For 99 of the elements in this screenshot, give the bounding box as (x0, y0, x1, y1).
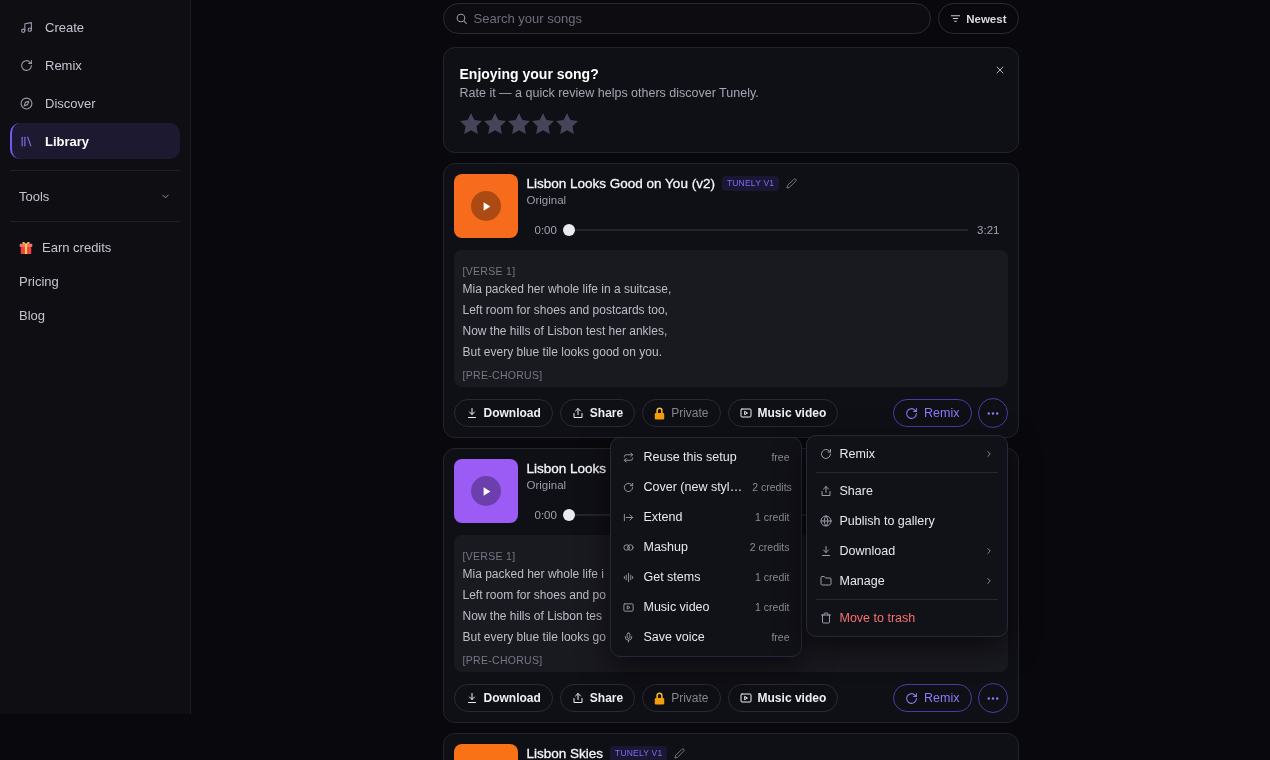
play-icon (482, 486, 491, 496)
music-note-icon (20, 20, 33, 34)
model-badge: TUNELY V1 (721, 175, 780, 191)
library-icon (20, 134, 33, 148)
nav-item[interactable]: Create (10, 9, 180, 45)
video-icon (739, 692, 752, 704)
waveform-icon (622, 571, 634, 583)
lock-icon (654, 406, 666, 420)
menu-item[interactable]: Move to trash (809, 603, 1004, 633)
credit-cost: 2 credits (749, 541, 790, 553)
refresh-icon (622, 481, 634, 493)
elapsed-time: 0:00 (534, 224, 557, 236)
refresh-icon (819, 448, 832, 460)
tools-toggle[interactable]: Tools (10, 179, 180, 213)
menu-item[interactable]: Share (809, 476, 1004, 506)
sidebar-link[interactable]: Pricing (10, 264, 180, 298)
credit-cost: 1 credit (755, 601, 790, 613)
share-icon (819, 485, 832, 497)
lyrics-section-label: [PRE-CHORUS] (462, 368, 543, 383)
menu-item[interactable]: Mashup 2 credits (610, 532, 801, 562)
song-subtitle: Original (526, 478, 567, 493)
star-icon[interactable] (555, 113, 578, 135)
microphone-icon (622, 631, 634, 643)
globe-icon (819, 515, 832, 527)
share-icon (571, 407, 584, 419)
repeat-icon (622, 451, 634, 463)
refresh-icon (20, 58, 33, 72)
play-icon (482, 201, 491, 211)
play-button[interactable] (470, 191, 501, 221)
elapsed-time: 0:00 (534, 509, 557, 521)
search-icon (454, 12, 468, 25)
lyrics-section-label: [PRE-CHORUS] (462, 653, 543, 668)
lyrics-line: But every blue tile looks good on you. (462, 344, 662, 361)
rating-text: Rate it — a quick review helps others discover Tunely. (459, 85, 759, 101)
lyrics-section-label: [VERSE 1] (462, 264, 516, 279)
menu-item[interactable]: Publish to gallery (809, 506, 1004, 536)
lyrics-line: Left room for shoes and postcards too, (462, 302, 668, 319)
trash-icon (819, 612, 832, 624)
menu-item[interactable]: Music video 1 credit (610, 592, 801, 622)
search-field[interactable]: Search your songs (442, 3, 932, 34)
pencil-icon[interactable] (674, 747, 686, 759)
bar-arrow-icon (622, 511, 634, 523)
linked-circles-icon (622, 541, 634, 553)
video-icon (739, 407, 752, 419)
nav-item[interactable]: Remix (10, 47, 180, 83)
download-icon (465, 407, 478, 419)
progress-thumb[interactable] (562, 224, 575, 236)
song-title: Lisbon Looks (526, 460, 607, 476)
lock-icon (654, 691, 666, 705)
download-icon (819, 545, 832, 557)
duration-time: 3:21 (977, 224, 1000, 236)
nav-item[interactable]: Library (10, 123, 180, 159)
gift-icon (19, 240, 33, 254)
star-icon[interactable] (507, 113, 530, 135)
credit-cost: 1 credit (755, 511, 790, 523)
menu-item[interactable]: Manage (809, 566, 1004, 596)
more-icon (986, 411, 999, 415)
lyrics-line: Mia packed her whole life in a suitcase, (462, 281, 672, 298)
nav-item[interactable]: Discover (10, 85, 180, 121)
star-icon[interactable] (531, 113, 554, 135)
filter-icon (950, 13, 962, 24)
menu-item[interactable]: Extend 1 credit (610, 502, 801, 532)
compass-icon (20, 96, 33, 110)
menu-item[interactable]: Reuse this setup free (610, 442, 801, 472)
menu-item[interactable]: Download (809, 536, 1004, 566)
credit-cost: free (771, 451, 790, 463)
download-icon (465, 692, 478, 704)
progress-thumb[interactable] (562, 509, 575, 521)
play-button[interactable] (470, 476, 501, 506)
share-icon (571, 692, 584, 704)
rating-title: Enjoying your song? (459, 65, 599, 83)
menu-item[interactable]: Get stems 1 credit (610, 562, 801, 592)
sidebar-link[interactable]: Earn credits (10, 230, 180, 264)
lyrics-line: Now the hills of Lisbon test her ankles, (462, 323, 668, 340)
credit-cost: 2 credits (752, 481, 792, 493)
more-icon (986, 696, 999, 700)
video-icon (622, 601, 634, 613)
menu-item[interactable]: Save voice free (610, 622, 801, 652)
credit-cost: 1 credit (755, 571, 790, 583)
refresh-icon (905, 691, 919, 705)
refresh-icon (905, 406, 919, 420)
song-title: Lisbon Skies (526, 745, 604, 760)
credit-cost: free (771, 631, 790, 643)
song-subtitle: Original (526, 193, 567, 208)
folder-icon (819, 575, 832, 587)
star-icon[interactable] (483, 113, 506, 135)
lyrics-line: Left room for shoes and po (462, 587, 606, 604)
lyrics-line: But every blue tile looks go (462, 629, 606, 646)
star-icon[interactable] (459, 113, 482, 135)
sidebar-link[interactable]: Blog (10, 298, 180, 332)
lyrics-line: Mia packed her whole life i (462, 566, 604, 583)
model-badge: TUNELY V1 (610, 745, 668, 760)
star-rating[interactable] (459, 113, 578, 135)
pencil-icon[interactable] (786, 177, 798, 189)
lyrics-section-label: [VERSE 1] (462, 549, 516, 564)
song-title: Lisbon Looks Good on You (v2) (526, 175, 715, 191)
menu-item[interactable]: Cover (new styl… 2 credits (610, 472, 801, 502)
lyrics-line: Now the hills of Lisbon tes (462, 608, 602, 625)
menu-item[interactable]: Remix (809, 439, 1004, 469)
